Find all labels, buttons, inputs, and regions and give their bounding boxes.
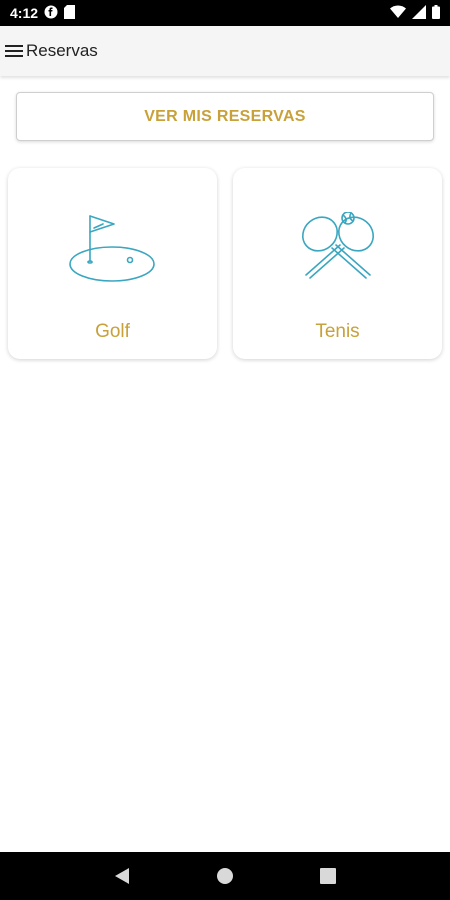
recents-icon[interactable] — [314, 862, 342, 890]
battery-icon — [432, 4, 440, 22]
signal-icon — [412, 4, 426, 22]
system-nav-bar — [0, 852, 450, 900]
back-icon[interactable] — [108, 862, 136, 890]
app-bar: Reservas — [0, 26, 450, 76]
menu-icon[interactable] — [3, 40, 25, 62]
tennis-rackets-icon — [296, 211, 380, 289]
f-notification-icon — [44, 5, 58, 22]
ver-mis-reservas-button[interactable]: VER MIS RESERVAS — [16, 92, 434, 141]
status-right — [390, 4, 440, 22]
home-icon[interactable] — [211, 862, 239, 890]
tenis-card-label: Tenis — [315, 321, 360, 342]
page-title: Reservas — [26, 41, 98, 60]
status-time: 4:12 — [10, 5, 39, 21]
status-bar: 4:12 — [0, 0, 450, 26]
golf-flag-icon — [68, 212, 158, 289]
wifi-icon — [390, 5, 406, 22]
golf-card[interactable]: Golf — [8, 168, 217, 359]
sd-card-icon — [64, 4, 76, 22]
status-left: 4:12 — [10, 4, 76, 22]
tenis-card[interactable]: Tenis — [233, 168, 442, 359]
golf-card-label: Golf — [95, 321, 130, 342]
